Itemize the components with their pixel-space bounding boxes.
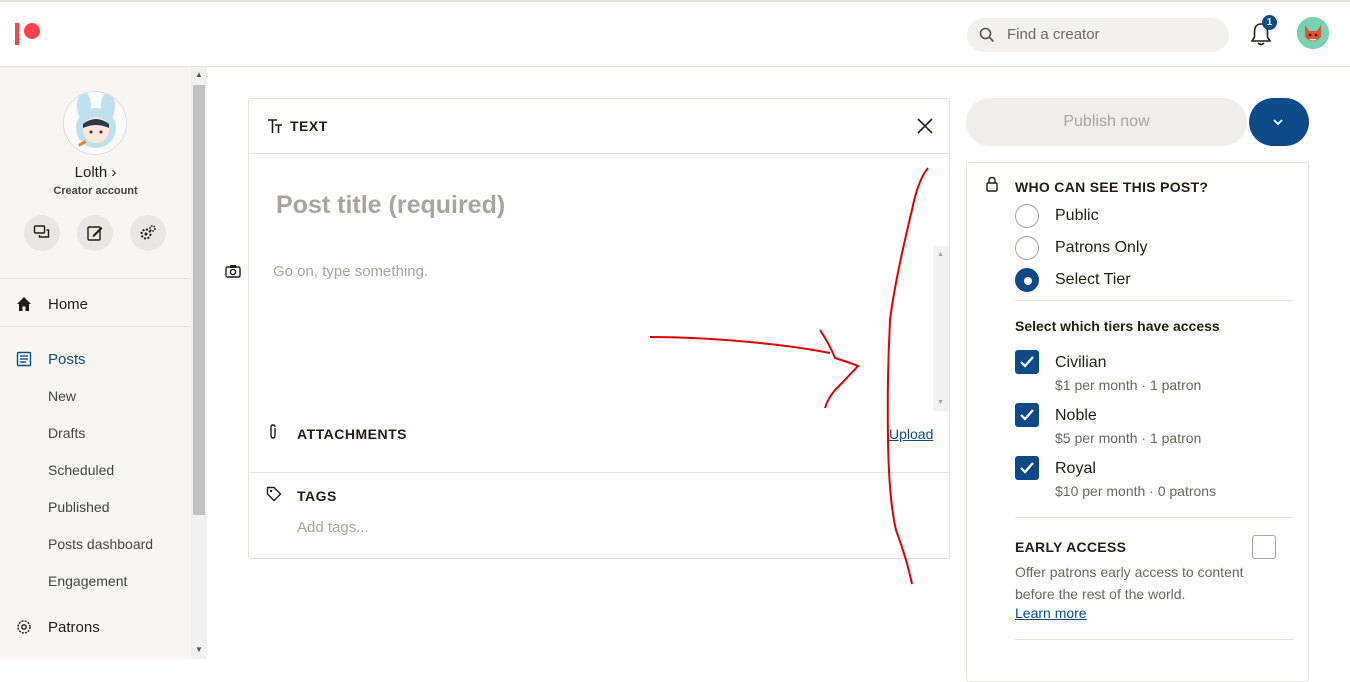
- fox-avatar-icon: [1297, 17, 1329, 49]
- chat-bubbles-icon: [33, 225, 50, 238]
- check-icon: [1020, 409, 1034, 421]
- tags-label: TAGS: [297, 488, 337, 504]
- profile-name-text: Lolth: [74, 164, 108, 181]
- tier-meta: $1 per month · 1 patron: [1055, 377, 1202, 393]
- sidebar-subitem-scheduled[interactable]: Scheduled: [48, 462, 114, 478]
- sidebar-subitem-published[interactable]: Published: [48, 499, 110, 515]
- profile-name[interactable]: Lolth ›: [0, 164, 191, 181]
- chevron-right-icon: ›: [111, 164, 117, 181]
- text-format-icon: [268, 119, 282, 133]
- scroll-up-arrow-icon[interactable]: ▲: [195, 70, 203, 79]
- visibility-title: WHO CAN SEE THIS POST?: [1015, 179, 1209, 195]
- notification-badge: 1: [1262, 15, 1277, 30]
- post-title-input[interactable]: Post title (required): [276, 191, 505, 220]
- radio-patrons-only-label[interactable]: Patrons Only: [1055, 239, 1147, 257]
- edit-icon: [87, 226, 103, 241]
- tier-meta: $5 per month · 1 patron: [1055, 430, 1202, 446]
- editor-header: TEXT: [249, 99, 949, 154]
- top-bar: Find a creator 1: [0, 0, 1350, 67]
- radio-public-label[interactable]: Public: [1055, 207, 1099, 225]
- radio-public[interactable]: [1015, 204, 1039, 228]
- chevron-down-icon: [1273, 119, 1283, 126]
- tier-name[interactable]: Civilian: [1055, 354, 1107, 372]
- sidebar-scrollbar-thumb[interactable]: [193, 85, 205, 515]
- upload-link[interactable]: Upload: [889, 426, 933, 442]
- search-input[interactable]: Find a creator: [1007, 26, 1100, 43]
- user-avatar[interactable]: [1297, 17, 1329, 49]
- tier-name[interactable]: Royal: [1055, 460, 1096, 478]
- editor-type-label: TEXT: [290, 118, 328, 134]
- bunny-hood-avatar-icon: [64, 92, 126, 154]
- search-icon: [979, 27, 995, 43]
- sidebar: Lolth › Creator account Home Posts New D…: [0, 67, 207, 659]
- lock-icon: [986, 176, 998, 192]
- post-body-input[interactable]: Go on, type something.: [273, 263, 428, 280]
- check-icon: [1020, 356, 1034, 368]
- early-access-title: EARLY ACCESS: [1015, 539, 1127, 555]
- radio-select-tier[interactable]: [1015, 268, 1039, 292]
- sidebar-divider: [0, 326, 191, 327]
- settings-button[interactable]: [130, 215, 166, 251]
- tiers-title: Select which tiers have access: [1015, 318, 1220, 334]
- learn-more-link[interactable]: Learn more: [1015, 605, 1087, 621]
- account-type-label: Creator account: [53, 185, 138, 197]
- messages-button[interactable]: [24, 215, 60, 251]
- sidebar-item-patrons[interactable]: Patrons: [48, 619, 100, 636]
- tier-checkbox-noble[interactable]: [1015, 403, 1039, 427]
- panel-divider: [1015, 517, 1293, 518]
- radio-select-tier-label[interactable]: Select Tier: [1055, 271, 1131, 289]
- tier-name[interactable]: Noble: [1055, 407, 1097, 425]
- body-scrollbar[interactable]: [933, 246, 949, 411]
- sidebar-item-home[interactable]: Home: [48, 296, 88, 313]
- gear-icon: [140, 225, 156, 240]
- tags-divider: [249, 472, 949, 473]
- publish-options-button[interactable]: [1249, 98, 1309, 146]
- camera-icon[interactable]: [225, 264, 241, 278]
- post-settings-panel: WHO CAN SEE THIS POST? Public Patrons On…: [966, 162, 1309, 682]
- sidebar-item-posts[interactable]: Posts: [48, 351, 86, 368]
- early-access-checkbox[interactable]: [1252, 535, 1276, 559]
- tier-checkbox-civilian[interactable]: [1015, 350, 1039, 374]
- attachments-label: ATTACHMENTS: [297, 426, 407, 442]
- sidebar-subitem-drafts[interactable]: Drafts: [48, 425, 85, 441]
- sidebar-divider: [0, 278, 191, 279]
- tag-icon: [266, 486, 282, 502]
- scroll-down-arrow-icon[interactable]: ▼: [195, 645, 203, 654]
- check-icon: [1020, 462, 1034, 474]
- patrons-icon: [17, 620, 31, 634]
- home-icon: [17, 297, 31, 311]
- edit-post-button[interactable]: [77, 215, 113, 251]
- profile-avatar[interactable]: [63, 91, 127, 155]
- sidebar-subitem-posts-dashboard[interactable]: Posts dashboard: [48, 536, 153, 552]
- close-icon[interactable]: [915, 116, 935, 136]
- publish-now-button[interactable]: Publish now: [966, 98, 1247, 146]
- patreon-logo-icon[interactable]: [15, 21, 41, 47]
- paperclip-icon: [270, 424, 276, 439]
- early-access-description: Offer patrons early access to content be…: [1015, 564, 1244, 602]
- sidebar-subitem-new[interactable]: New: [48, 388, 76, 404]
- scroll-down-arrow-icon[interactable]: ▼: [937, 399, 944, 406]
- tier-checkbox-royal[interactable]: [1015, 456, 1039, 480]
- tier-meta: $10 per month · 0 patrons: [1055, 483, 1217, 499]
- sidebar-subitem-engagement[interactable]: Engagement: [48, 573, 127, 589]
- panel-divider: [1015, 639, 1293, 640]
- tags-input[interactable]: Add tags...: [297, 519, 369, 536]
- post-editor: TEXT Post title (required) Go on, type s…: [248, 98, 950, 559]
- posts-icon: [16, 351, 32, 367]
- top-edge-line: [0, 0, 1350, 2]
- search-bar[interactable]: Find a creator: [967, 18, 1229, 52]
- panel-divider: [1015, 300, 1293, 301]
- scroll-up-arrow-icon[interactable]: ▲: [937, 251, 944, 258]
- radio-patrons-only[interactable]: [1015, 236, 1039, 260]
